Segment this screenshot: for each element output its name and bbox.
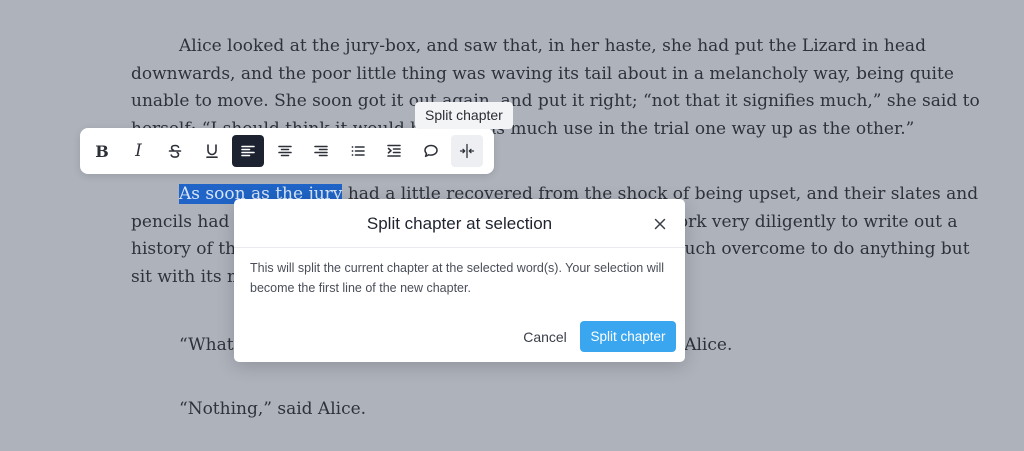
- align-left-button[interactable]: [232, 135, 264, 167]
- align-right-icon: [314, 145, 328, 157]
- formatting-toolbar: B I: [80, 128, 494, 174]
- split-chapter-icon: [459, 143, 475, 159]
- underline-button[interactable]: [196, 135, 228, 167]
- dialog-title: Split chapter at selection: [366, 214, 553, 233]
- bullet-list-icon: [351, 146, 365, 156]
- align-center-button[interactable]: [269, 135, 301, 167]
- strikethrough-icon: [168, 144, 182, 158]
- bullet-list-button[interactable]: [342, 135, 374, 167]
- strikethrough-button[interactable]: [159, 135, 191, 167]
- align-right-button[interactable]: [305, 135, 337, 167]
- bold-button[interactable]: B: [86, 135, 118, 167]
- comment-button[interactable]: [415, 135, 447, 167]
- dialog-divider: [234, 247, 685, 248]
- bold-icon: B: [95, 141, 109, 161]
- paragraph[interactable]: Alice looked at the jury-box, and saw th…: [131, 33, 995, 143]
- indent-icon: [387, 144, 401, 157]
- align-left-icon: [241, 145, 255, 157]
- cancel-button[interactable]: Cancel: [510, 321, 580, 353]
- close-icon: [654, 218, 666, 230]
- paragraph[interactable]: “Nothing,” said Alice.: [131, 396, 995, 424]
- close-button[interactable]: [651, 215, 669, 233]
- split-chapter-button[interactable]: [451, 135, 483, 167]
- dialog-message: This will split the current chapter at t…: [250, 261, 665, 295]
- indent-button[interactable]: [378, 135, 410, 167]
- split-chapter-dialog: Split chapter at selection This will spl…: [234, 199, 685, 362]
- align-center-icon: [277, 145, 292, 157]
- comment-icon: [423, 144, 438, 158]
- italic-button[interactable]: I: [123, 135, 155, 167]
- underline-icon: [205, 144, 218, 158]
- italic-icon: I: [135, 141, 142, 161]
- split-chapter-tooltip: Split chapter: [415, 102, 513, 129]
- split-chapter-confirm-button[interactable]: Split chapter: [580, 321, 676, 352]
